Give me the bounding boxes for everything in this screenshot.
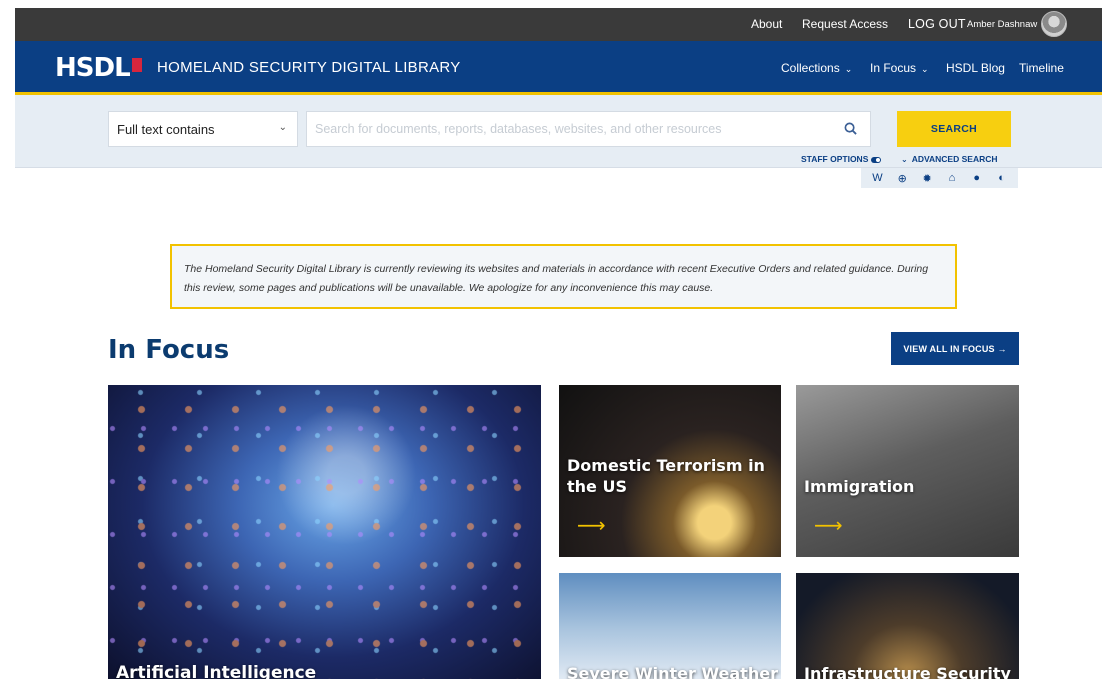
- nav-in-focus[interactable]: In Focus ⌄: [870, 61, 929, 75]
- nav-timeline[interactable]: Timeline: [1019, 61, 1064, 75]
- toggle-icon: [871, 156, 882, 163]
- user-name: Amber Dashnaw: [967, 19, 1038, 30]
- chevron-down-icon: ⌄: [278, 122, 287, 133]
- nav-in-focus-label: In Focus: [870, 61, 917, 75]
- avatar[interactable]: [1041, 11, 1067, 37]
- advanced-search-link[interactable]: ⌄ ADVANCED SEARCH: [901, 154, 998, 164]
- main-header: HSDL HOMELAND SECURITY DIGITAL LIBRARY C…: [15, 41, 1102, 95]
- card-image: [108, 385, 541, 679]
- search-band: Full text contains ⌄ SEARCH STAFF OPTION…: [15, 95, 1102, 168]
- chevron-down-icon: ⌄: [844, 64, 853, 74]
- utility-bar: About Request Access LOG OUT Amber Dashn…: [15, 8, 1102, 41]
- site-name: HOMELAND SECURITY DIGITAL LIBRARY: [157, 59, 461, 76]
- advanced-search-label: ADVANCED SEARCH: [911, 154, 998, 164]
- user-icon[interactable]: ●: [970, 171, 984, 185]
- institution-icon[interactable]: ⌂: [945, 171, 959, 185]
- card-title: Artificial Intelligence: [116, 663, 317, 679]
- in-focus-card-winter-weather[interactable]: Severe Winter Weather: [559, 573, 781, 679]
- search-button[interactable]: SEARCH: [897, 111, 1011, 147]
- logout-link[interactable]: LOG OUT: [908, 17, 966, 31]
- chevron-down-icon: ⌄: [921, 64, 929, 74]
- arrow-right-icon: ⟶: [814, 515, 843, 537]
- gear-icon[interactable]: ✹: [920, 171, 934, 185]
- staff-tools-bar: W ⊕ ✹ ⌂ ● ◐: [861, 168, 1018, 188]
- in-focus-card-ai[interactable]: Artificial Intelligence: [108, 385, 541, 679]
- add-circle-icon[interactable]: ⊕: [895, 171, 909, 185]
- request-access-link[interactable]: Request Access: [802, 17, 888, 31]
- in-focus-card-immigration[interactable]: Immigration ⟶: [796, 385, 1019, 557]
- in-focus-card-infrastructure[interactable]: Infrastructure Security: [796, 573, 1019, 679]
- in-focus-heading: In Focus: [108, 335, 230, 365]
- search-icon[interactable]: [844, 122, 857, 135]
- logo-mark-icon: [131, 58, 142, 72]
- card-title: Severe Winter Weather: [567, 664, 778, 679]
- in-focus-card-domestic-terrorism[interactable]: Domestic Terrorism in the US ⟶: [559, 385, 781, 557]
- card-title: Domestic Terrorism in the US: [567, 456, 765, 496]
- nav-hsdl-blog[interactable]: HSDL Blog: [946, 61, 1005, 75]
- view-all-in-focus-button[interactable]: VIEW ALL IN FOCUS →: [891, 332, 1019, 365]
- staff-options-toggle[interactable]: STAFF OPTIONS: [801, 154, 882, 164]
- search-input[interactable]: [306, 111, 871, 147]
- staff-options-label: STAFF OPTIONS: [801, 154, 869, 164]
- card-title: Infrastructure Security: [804, 664, 1011, 679]
- toggle-icon[interactable]: ◐: [995, 171, 1009, 185]
- notice-banner: The Homeland Security Digital Library is…: [170, 244, 957, 309]
- notice-text: The Homeland Security Digital Library is…: [184, 263, 929, 294]
- card-title: Immigration: [804, 477, 915, 496]
- chevron-down-icon: ⌄: [901, 155, 908, 164]
- about-link[interactable]: About: [751, 17, 782, 31]
- arrow-right-icon: ⟶: [577, 515, 606, 537]
- page-frame: About Request Access LOG OUT Amber Dashn…: [15, 8, 1102, 679]
- logo-text: HSDL: [55, 53, 131, 83]
- search-mode-select[interactable]: Full text contains ⌄: [108, 111, 298, 147]
- nav-collections-label: Collections: [781, 61, 840, 75]
- search-mode-value: Full text contains: [117, 122, 215, 137]
- wordpress-icon[interactable]: W: [870, 171, 884, 185]
- site-logo[interactable]: HSDL: [55, 53, 142, 83]
- nav-collections[interactable]: Collections ⌄: [781, 61, 852, 75]
